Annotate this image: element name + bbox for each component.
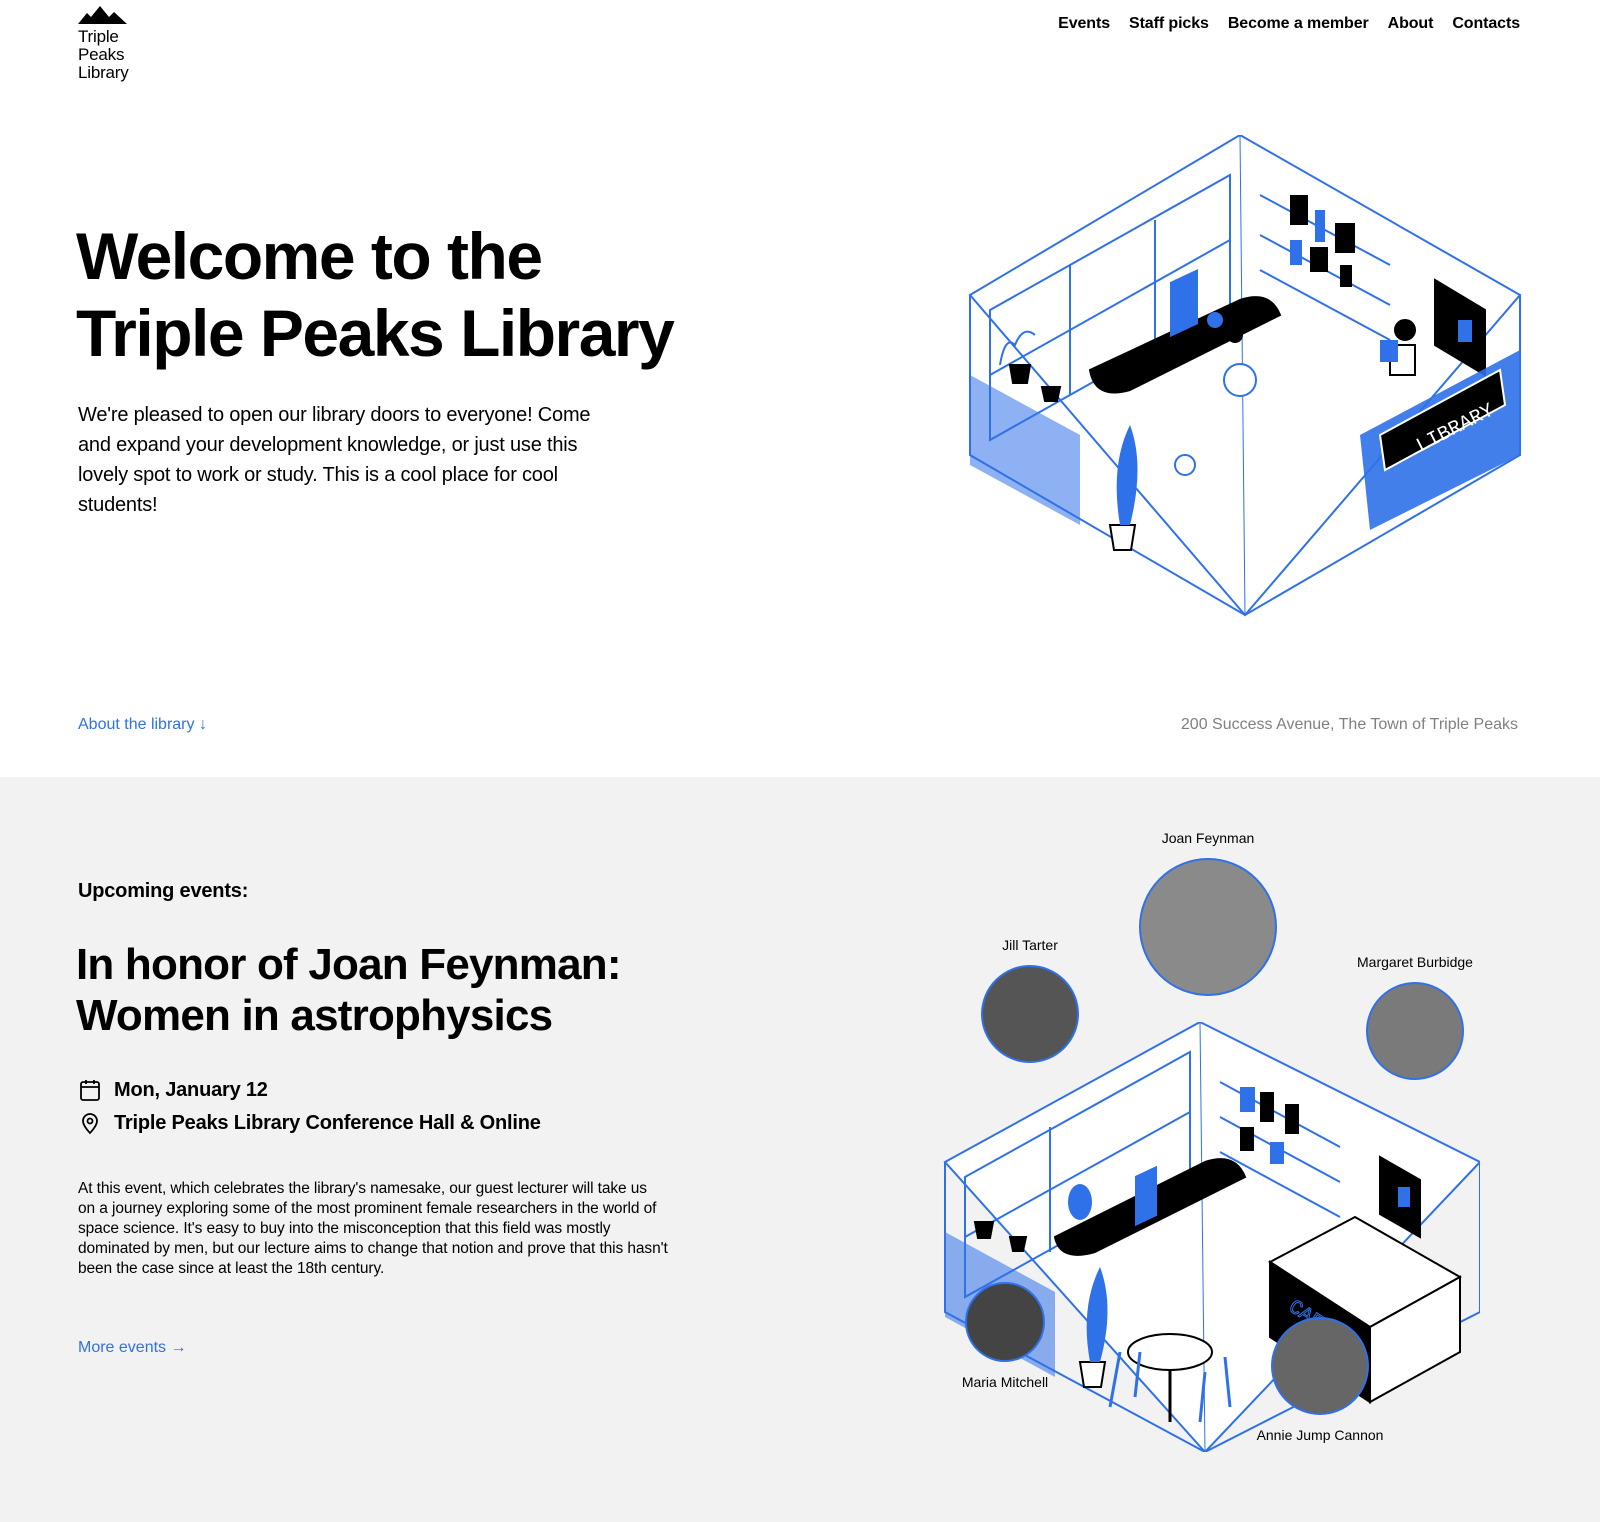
event-title: In honor of Joan Feynman: Women in astro… (76, 940, 621, 1040)
event-description: At this event, which celebrates the libr… (78, 1180, 668, 1277)
hero-title: Welcome to the Triple Peaks Library (76, 219, 675, 370)
speaker-margaret-burbidge[interactable]: Margaret Burbidge (1350, 954, 1480, 1080)
mountains-logo-icon (78, 6, 127, 24)
site-header: Triple Peaks Library Events Staff picks … (0, 0, 1600, 100)
calendar-icon (80, 1080, 100, 1101)
speaker-joan-feynman[interactable]: Joan Feynman (1128, 830, 1288, 996)
events-section: Upcoming events: In honor of Joan Feynma… (0, 777, 1600, 1522)
avatar (1366, 982, 1464, 1080)
upcoming-events-label: Upcoming events: (78, 880, 249, 902)
more-events-link[interactable]: More events → (78, 1339, 186, 1357)
avatar (981, 965, 1079, 1063)
library-address: 200 Success Avenue, The Town of Triple P… (1180, 716, 1518, 733)
speaker-annie-jump-cannon[interactable]: Annie Jump Cannon (1255, 1317, 1385, 1443)
nav-item-staff-picks[interactable]: Staff picks (1129, 15, 1209, 33)
event-date-row: Mon, January 12 (78, 1078, 268, 1102)
avatar (965, 1282, 1045, 1362)
hero-description: We're pleased to open our library doors … (78, 404, 591, 516)
avatar (1271, 1317, 1369, 1415)
event-date: Mon, January 12 (114, 1078, 268, 1101)
location-pin-icon (82, 1113, 98, 1135)
speaker-maria-mitchell[interactable]: Maria Mitchell (950, 1282, 1060, 1390)
event-location: Triple Peaks Library Conference Hall & O… (114, 1111, 541, 1134)
nav-item-contacts[interactable]: Contacts (1452, 15, 1520, 33)
speaker-jill-tarter[interactable]: Jill Tarter (975, 937, 1085, 1063)
logo-text: Triple Peaks Library (78, 27, 129, 82)
about-library-link[interactable]: About the library ↓ (78, 716, 207, 734)
nav-item-about[interactable]: About (1388, 15, 1434, 33)
main-nav: Events Staff picks Become a member About… (1058, 15, 1520, 33)
logo[interactable]: Triple Peaks Library (78, 6, 158, 82)
nav-item-become-a-member[interactable]: Become a member (1228, 15, 1369, 33)
event-location-row: Triple Peaks Library Conference Hall & O… (78, 1111, 541, 1135)
avatar (1139, 858, 1277, 996)
library-room-illustration: LIBRARY (968, 135, 1522, 617)
nav-item-events[interactable]: Events (1058, 15, 1110, 33)
